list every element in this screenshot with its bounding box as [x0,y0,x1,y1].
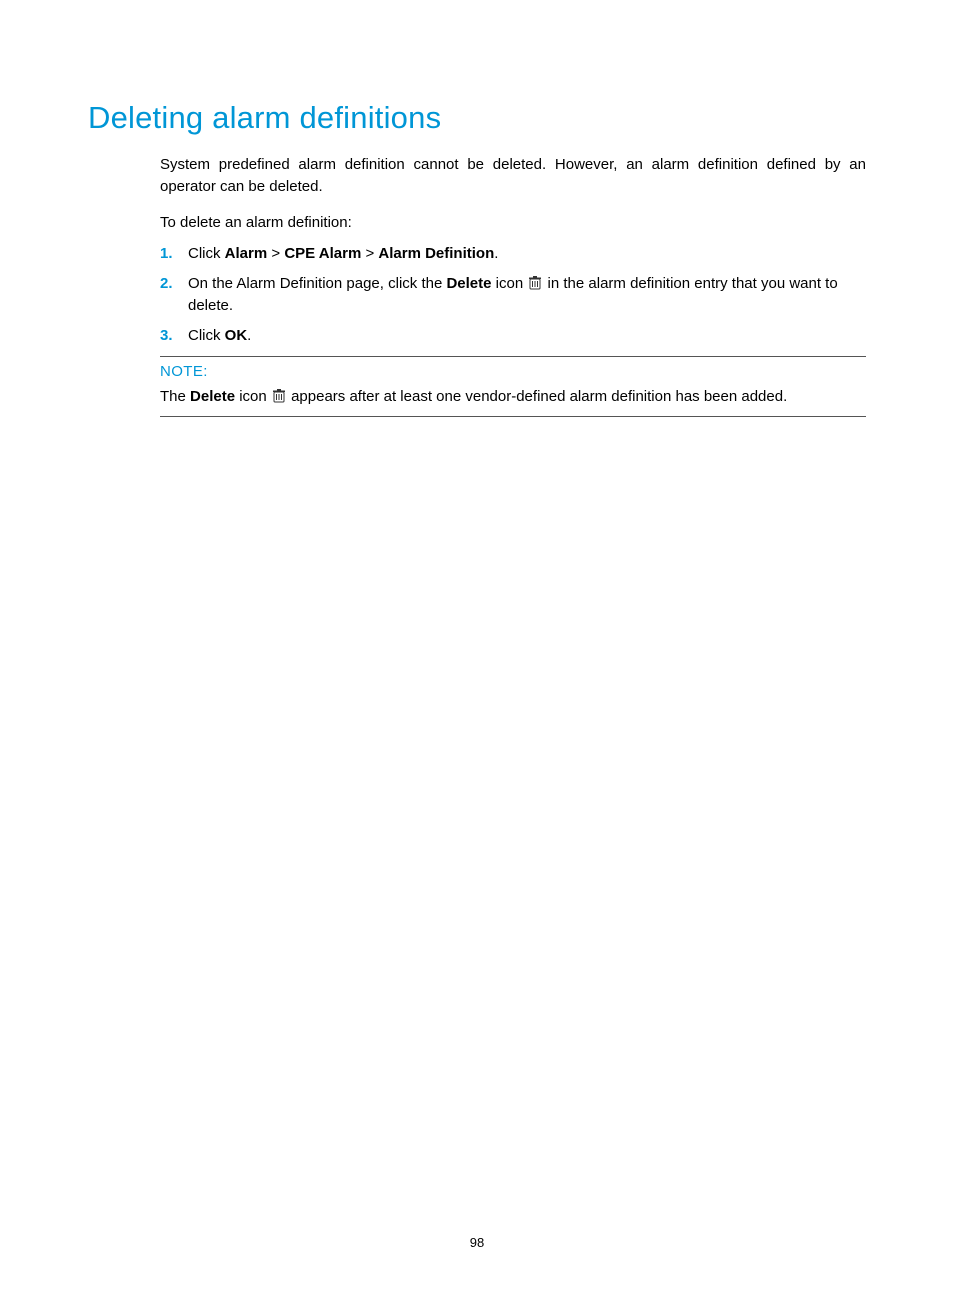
step-number: 2. [160,273,173,295]
body-content: System predefined alarm definition canno… [160,154,866,417]
menu-cpe-alarm: CPE Alarm [284,245,361,262]
step-2: 2. On the Alarm Definition page, click t… [160,273,866,317]
page-number: 98 [0,1235,954,1250]
lead-paragraph: To delete an alarm definition: [160,212,866,234]
step-text: Click OK. [188,327,251,344]
label-delete: Delete [446,275,491,292]
step-text: Click Alarm > CPE Alarm > Alarm Definiti… [188,245,498,262]
trash-icon [273,388,285,402]
menu-alarm-definition: Alarm Definition [378,245,494,262]
note-box: NOTE: The Delete icon appears after at l… [160,356,866,417]
menu-alarm: Alarm [225,245,268,262]
step-number: 1. [160,243,173,265]
step-number: 3. [160,325,173,347]
label-delete: Delete [190,388,235,405]
intro-paragraph: System predefined alarm definition canno… [160,154,866,198]
step-3: 3. Click OK. [160,325,866,347]
heading-deleting-alarm-definitions: Deleting alarm definitions [88,100,866,136]
page: Deleting alarm definitions System predef… [0,0,954,1296]
note-label: NOTE: [160,363,866,380]
step-text: On the Alarm Definition page, click the … [188,275,838,314]
note-text: The Delete icon appears after at least o… [160,386,866,408]
steps-list: 1. Click Alarm > CPE Alarm > Alarm Defin… [160,243,866,346]
step-1: 1. Click Alarm > CPE Alarm > Alarm Defin… [160,243,866,265]
label-ok: OK [225,327,248,344]
trash-icon [529,275,541,289]
